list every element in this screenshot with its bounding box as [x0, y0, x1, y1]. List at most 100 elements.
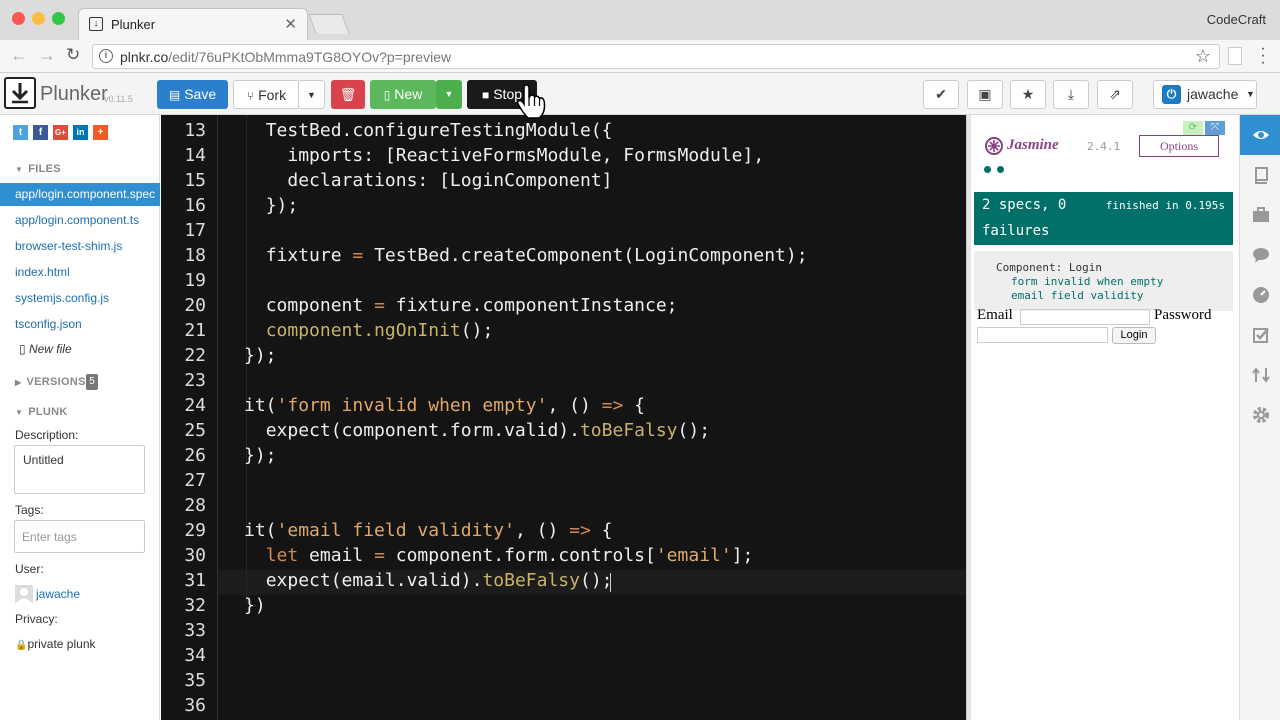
browser-address-bar: ← → ↻ i plnkr.co/edit/76uPKtObMmma9TG8OY… — [0, 40, 1280, 73]
browser-menu-icon[interactable]: · · · — [1258, 41, 1268, 71]
fork-button[interactable]: ⑂ Fork — [233, 80, 300, 109]
plunk-header-label: PLUNK — [28, 406, 68, 418]
book-icon[interactable] — [1252, 166, 1270, 184]
email-label: Email — [977, 307, 1013, 323]
info-icon[interactable]: i — [99, 49, 113, 63]
checkbox-icon[interactable] — [1252, 326, 1270, 344]
user-label: User: — [15, 562, 44, 576]
privacy-value: 🔒private plunk — [15, 637, 96, 651]
file-item-browser-test-shim[interactable]: browser-test-shim.js — [15, 239, 122, 253]
fork-dropdown-button[interactable]: ▼ — [298, 80, 325, 109]
code-line: imports: [ReactiveFormsModule, FormsModu… — [244, 145, 764, 166]
download-button[interactable]: ⤓ — [1053, 80, 1089, 109]
code-token: declarations: [LoginComponent] — [287, 170, 613, 191]
code-token: 'form invalid when empty' — [276, 395, 548, 416]
code-token: email — [298, 545, 375, 566]
code-token: }); — [244, 345, 277, 366]
addthis-icon[interactable]: + — [93, 125, 108, 140]
file-item-login-component-spec[interactable]: app/login.component.spec — [0, 183, 160, 206]
plunker-logo-icon[interactable] — [4, 77, 36, 109]
code-line: component.ngOnInit(); — [244, 320, 494, 341]
spec-link[interactable]: form invalid when empty — [1011, 275, 1163, 288]
code-token: it( — [244, 520, 277, 541]
code-token: { — [623, 395, 646, 416]
plunk-section-header[interactable]: ▼ PLUNK — [15, 406, 68, 418]
code-line: }); — [244, 445, 277, 466]
dashboard-icon[interactable] — [1252, 286, 1270, 304]
sidebar: t f G+ in + ▼ FILES app/login.component.s… — [0, 115, 160, 720]
code-token: }); — [265, 195, 299, 216]
retweet-icon[interactable] — [1252, 366, 1270, 384]
facebook-icon[interactable]: f — [33, 125, 48, 140]
file-item-index-html[interactable]: index.html — [15, 265, 70, 279]
user-menu-button[interactable]: ⏻ jawache ▼ — [1153, 80, 1257, 109]
lock-icon: 🔒 — [15, 640, 28, 651]
back-arrow-icon[interactable]: ← — [10, 45, 28, 66]
description-field[interactable]: Untitled — [14, 445, 145, 494]
code-token: , () — [514, 520, 570, 541]
code-token: => — [569, 520, 591, 541]
briefcase-button[interactable]: ▣ — [967, 80, 1003, 109]
new-button[interactable]: ▯ New — [370, 80, 436, 109]
expand-preview-icon[interactable]: ⤧ — [1205, 121, 1225, 135]
browser-profile-name[interactable]: CodeCraft — [1207, 12, 1266, 27]
plunker-favicon-icon: ↓ — [89, 17, 103, 31]
reload-icon[interactable]: ↻ — [66, 45, 80, 65]
code-token: , () — [547, 395, 602, 416]
password-field[interactable] — [977, 327, 1108, 343]
versions-section-header[interactable]: ▶ VERSIONS — [15, 376, 86, 388]
code-line: declarations: [LoginComponent] — [244, 170, 612, 191]
linkedin-icon[interactable]: in — [73, 125, 88, 140]
new-tab-button[interactable] — [308, 14, 350, 34]
code-token: component — [265, 295, 375, 316]
new-dropdown-button[interactable]: ▼ — [436, 80, 462, 109]
new-file-button[interactable]: ▯ New file — [19, 342, 72, 356]
jasmine-options-button[interactable]: Options — [1139, 135, 1219, 157]
check-button[interactable]: ✔ — [923, 80, 959, 109]
suite-link[interactable]: Component: Login — [996, 261, 1102, 274]
star-button[interactable]: ★ — [1010, 80, 1046, 109]
description-label: Description: — [15, 428, 79, 442]
code-editor[interactable]: 13 14 15 16 17 18 19 20 21 22 23 24 25 2… — [161, 115, 968, 720]
file-item-login-component-ts[interactable]: app/login.component.ts — [15, 213, 139, 227]
code-token: fixture — [265, 245, 353, 266]
gear-icon[interactable] — [1252, 406, 1270, 424]
code-line: TestBed.configureTestingModule({ — [244, 120, 613, 141]
code-token: expect(component.form.valid). — [265, 420, 580, 441]
files-section-header[interactable]: ▼ FILES — [15, 163, 61, 175]
comments-icon[interactable] — [1252, 246, 1270, 264]
line-number: 20 — [184, 295, 206, 316]
forward-arrow-icon[interactable]: → — [38, 45, 56, 66]
preview-tab[interactable] — [1240, 115, 1280, 155]
google-plus-icon[interactable]: G+ — [53, 125, 68, 140]
user-link[interactable]: jawache — [36, 587, 80, 601]
code-line: component = fixture.componentInstance; — [244, 295, 678, 316]
delete-button[interactable]: 🗑 — [331, 80, 365, 109]
file-item-tsconfig[interactable]: tsconfig.json — [15, 317, 82, 331]
file-icon: ▯ — [19, 342, 26, 356]
twitter-icon[interactable]: t — [13, 125, 28, 140]
minimize-window-button[interactable] — [32, 12, 45, 25]
tab-close-icon[interactable]: ✕ — [284, 15, 297, 33]
caret-down-icon: ▼ — [15, 165, 24, 174]
file-item-systemjs-config[interactable]: systemjs.config.js — [15, 291, 109, 305]
extension-icon[interactable] — [1228, 47, 1242, 65]
browser-tab-plunker[interactable]: ↓ Plunker ✕ — [78, 8, 308, 40]
refresh-preview-icon[interactable]: ⟳ — [1183, 121, 1203, 135]
tags-input[interactable]: Enter tags — [14, 520, 145, 553]
code-token: 'email' — [655, 545, 732, 566]
spec-link[interactable]: email field validity — [1011, 289, 1143, 302]
url-host: plnkr.co — [120, 49, 169, 65]
bookmark-star-icon[interactable]: ☆ — [1195, 46, 1211, 67]
code-token: component.form.controls[ — [384, 545, 656, 566]
external-link-button[interactable]: ⇗ — [1097, 80, 1133, 109]
login-button[interactable]: Login — [1112, 327, 1156, 344]
privacy-text: private plunk — [27, 637, 96, 651]
email-field[interactable] — [1020, 309, 1150, 325]
close-window-button[interactable] — [12, 12, 25, 25]
zoom-window-button[interactable] — [52, 12, 65, 25]
briefcase-icon[interactable] — [1252, 206, 1270, 224]
line-number: 24 — [184, 395, 206, 416]
save-button[interactable]: ▤ Save — [157, 80, 228, 109]
url-field[interactable]: i plnkr.co/edit/76uPKtObMmma9TG8OYOv?p=p… — [92, 44, 1220, 69]
